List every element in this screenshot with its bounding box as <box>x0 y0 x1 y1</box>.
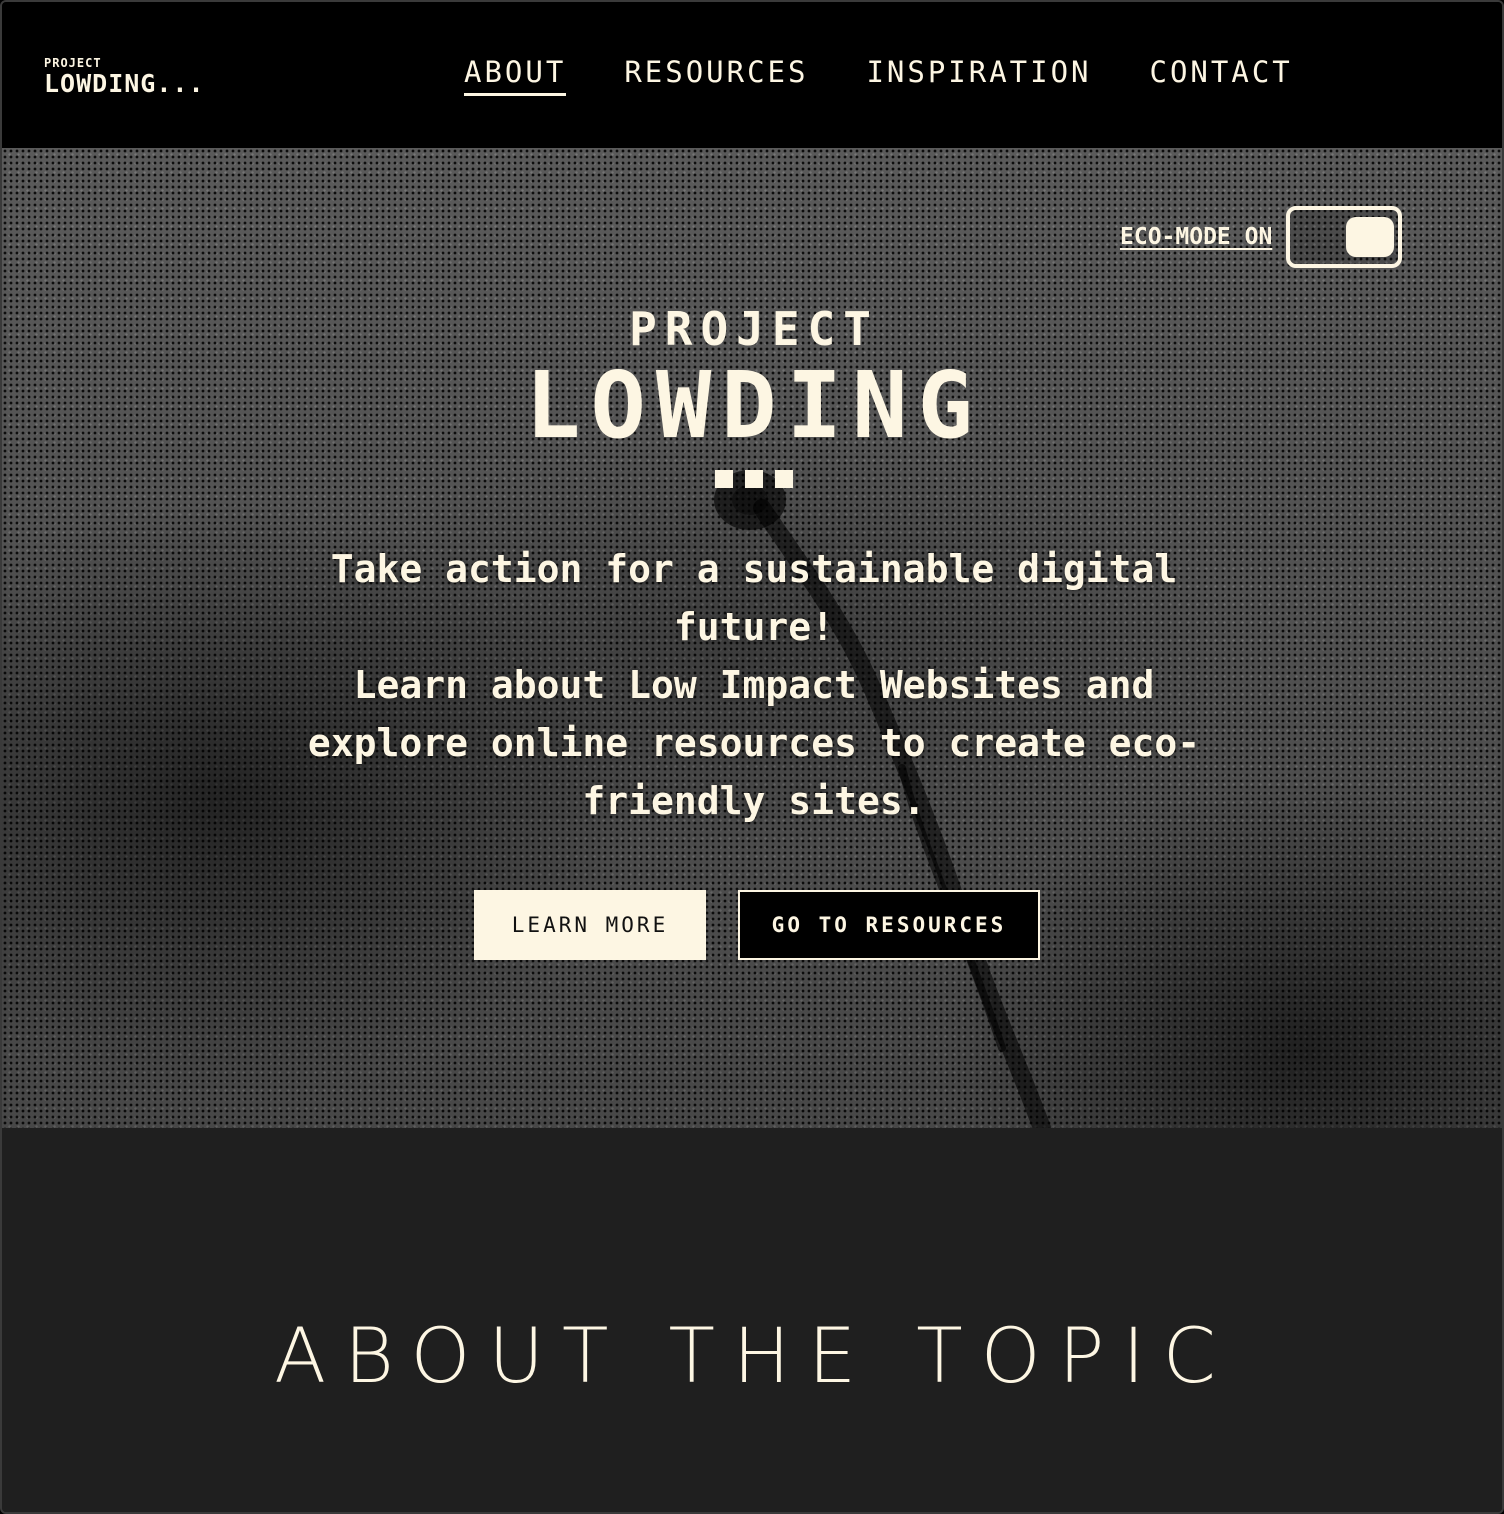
logo-main-text: LOWDING... <box>44 69 205 98</box>
about-section-title: ABOUT THE TOPIC <box>274 1311 1234 1400</box>
dot <box>775 470 793 488</box>
dot <box>715 470 733 488</box>
tagline-line-1: Take action for a sustainable digital fu… <box>330 547 1178 649</box>
browser-viewport: PROJECT LOWDING... ABOUT RESOURCES INSPI… <box>0 0 1504 1514</box>
site-header: PROJECT LOWDING... ABOUT RESOURCES INSPI… <box>2 2 1502 148</box>
nav-item-resources[interactable]: RESOURCES <box>624 58 808 96</box>
learn-more-button[interactable]: LEARN MORE <box>474 890 706 960</box>
logo-top-text: PROJECT <box>44 56 102 70</box>
go-to-resources-button[interactable]: GO TO RESOURCES <box>738 890 1040 960</box>
main-nav: ABOUT RESOURCES INSPIRATION CONTACT <box>464 58 1293 96</box>
tagline-line-2: Learn about Low Impact Websites and expl… <box>307 663 1201 823</box>
about-section: ABOUT THE TOPIC <box>2 1128 1502 1512</box>
hero-title-top: PROJECT <box>629 302 879 356</box>
hero-title-main: LOWDING <box>525 352 983 459</box>
eco-mode-toggle[interactable]: ECO-MODE ON <box>1120 206 1403 268</box>
site-logo[interactable]: PROJECT LOWDING... <box>44 57 205 96</box>
hero-section: ECO-MODE ON PROJECT LOWDING Take action … <box>2 148 1502 1128</box>
dot <box>745 470 763 488</box>
eco-mode-label: ECO-MODE ON <box>1120 224 1273 250</box>
nav-item-about[interactable]: ABOUT <box>464 58 567 96</box>
hero-buttons: LEARN MORE GO TO RESOURCES <box>474 890 1040 960</box>
hero-tagline: Take action for a sustainable digital fu… <box>2 540 1502 830</box>
hero-title: PROJECT LOWDING <box>2 302 1502 488</box>
ellipsis-dots <box>2 470 1502 488</box>
switch-knob <box>1346 217 1395 257</box>
nav-item-contact[interactable]: CONTACT <box>1150 58 1293 96</box>
nav-item-inspiration[interactable]: INSPIRATION <box>866 58 1091 96</box>
eco-mode-switch[interactable] <box>1286 206 1403 268</box>
